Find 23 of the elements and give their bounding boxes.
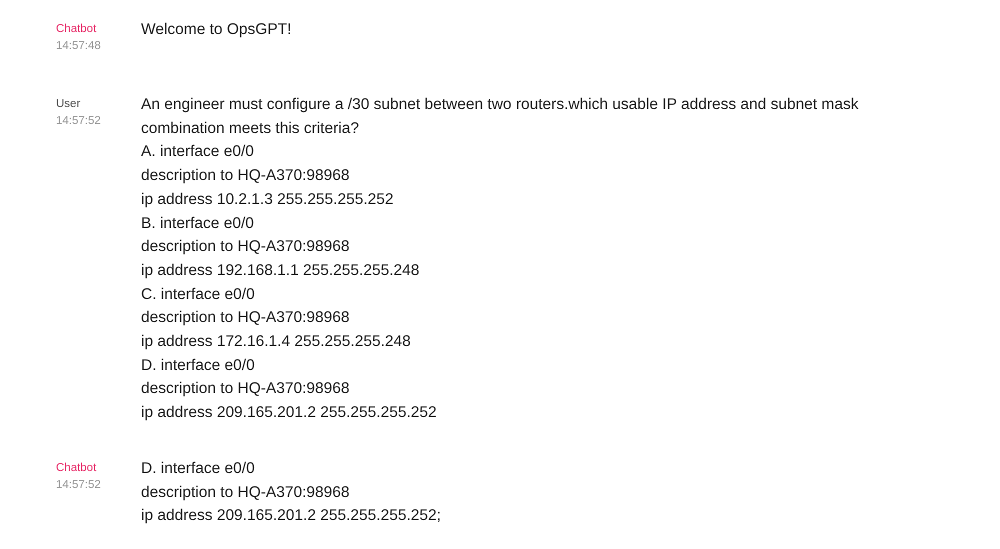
message-line: C. interface e0/0 — [141, 284, 256, 305]
message-line: ip address 209.165.201.2 255.255.255.252 — [141, 403, 438, 424]
message-time: 14:57:52 — [56, 114, 102, 129]
message-line: D. interface e0/0 — [141, 356, 256, 376]
sender-name: User — [56, 97, 82, 112]
message-line: description to HQ-A370:98968 — [141, 379, 351, 400]
message-line: description to HQ-A370:98968 — [141, 237, 351, 258]
message-line: ip address 192.168.1.1 255.255.255.248 — [141, 260, 420, 281]
message-line: An engineer must configure a /30 subnet between two routers.which usable IP address and subnet mask combination meets this criteria? — [141, 95, 860, 139]
sender-name: Chatbot — [56, 22, 98, 37]
message-line: Welcome to OpsGPT! — [141, 20, 292, 40]
message-time: 14:57:48 — [56, 39, 102, 54]
message-line: B. interface e0/0 — [141, 214, 255, 234]
message-line: ip address 10.2.1.3 255.255.255.252 — [141, 190, 395, 210]
message-line: A. interface e0/0 — [141, 142, 255, 162]
sender-name: Chatbot — [56, 460, 98, 476]
message-line: ip address 172.16.1.4 255.255.255.248 — [141, 332, 412, 352]
message-line: description to HQ-A370:98968 — [141, 166, 351, 186]
message-line: D. interface e0/0 — [141, 458, 256, 479]
message-line: description to HQ-A370:98968 — [141, 308, 351, 328]
message-line: ip address 209.165.201.2 255.255.255.252; — [141, 506, 442, 526]
message-line: description to HQ-A370:98968 — [141, 482, 351, 503]
message-time: 14:57:52 — [56, 478, 102, 493]
